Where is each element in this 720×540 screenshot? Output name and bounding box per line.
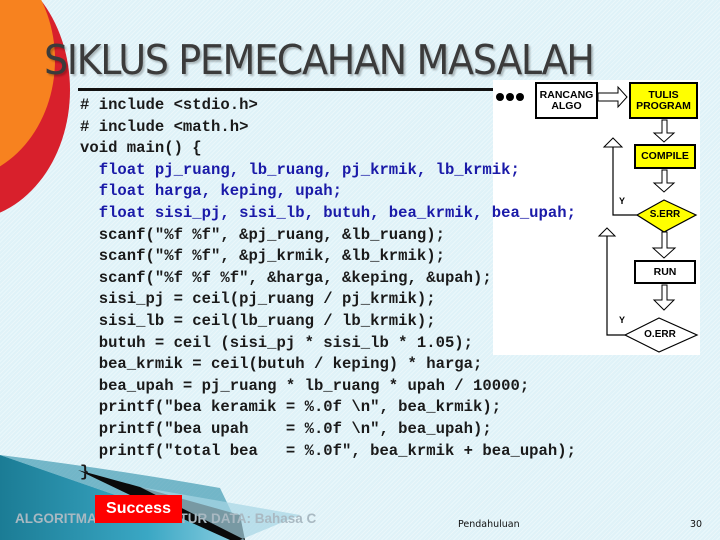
arrow-down-icon bbox=[652, 284, 676, 311]
o-err-label: O.ERR bbox=[644, 329, 676, 340]
run-box: RUN bbox=[634, 260, 696, 284]
flowchart-connectors bbox=[496, 85, 699, 353]
arrow-down-icon bbox=[652, 119, 676, 143]
tulis-program-box: TULIS PROGRAM bbox=[629, 82, 698, 119]
arrow-right-icon bbox=[597, 85, 628, 109]
success-badge: Success bbox=[95, 495, 182, 523]
arrow-down-icon bbox=[651, 231, 677, 259]
arrow-up-icon bbox=[602, 137, 624, 148]
arrow-down-icon bbox=[652, 169, 676, 193]
ellipsis-dot bbox=[516, 93, 524, 101]
ellipsis-dot bbox=[506, 93, 514, 101]
yes-label: Y bbox=[619, 196, 626, 206]
page-number: 30 bbox=[690, 519, 703, 530]
compile-box: COMPILE bbox=[634, 144, 696, 169]
section-label: Pendahuluan bbox=[458, 519, 520, 530]
yes-label: Y bbox=[619, 315, 626, 325]
rancang-algo-box: RANCANG ALGO bbox=[535, 82, 598, 119]
ellipsis-dot bbox=[496, 93, 504, 101]
s-err-label: S.ERR bbox=[649, 209, 681, 220]
arrow-up-icon bbox=[597, 227, 617, 237]
